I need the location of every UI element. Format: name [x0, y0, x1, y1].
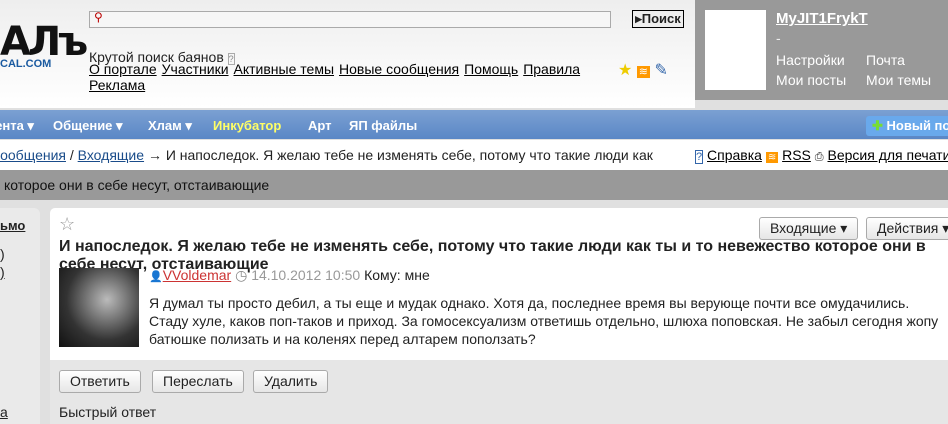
sidebar-item[interactable]: ьмо: [0, 218, 25, 233]
logo[interactable]: АЛъ: [0, 22, 88, 62]
search-button-label: Поиск: [641, 11, 681, 26]
new-post-button[interactable]: ✚ Новый пост: [866, 116, 948, 136]
rss-link[interactable]: RSS: [782, 147, 811, 163]
header-icons: ★ ≋ ✎: [618, 60, 668, 80]
link-rules[interactable]: Правила: [523, 61, 580, 77]
reply-button[interactable]: Ответить: [59, 370, 141, 393]
settings-link[interactable]: Настройки: [776, 52, 845, 68]
breadcrumb-inbox[interactable]: Входящие: [78, 147, 144, 163]
forward-button[interactable]: Переслать: [152, 370, 244, 393]
print-link[interactable]: Версия для печати: [828, 147, 948, 163]
nav-incubator[interactable]: Инкубатор: [213, 118, 281, 133]
sidebar-item[interactable]: ): [0, 264, 5, 280]
link-active-topics[interactable]: Активные темы: [234, 61, 335, 77]
avatar[interactable]: [705, 10, 766, 90]
print-icon: ⎙: [814, 151, 824, 163]
search-button[interactable]: ▸Поиск: [632, 10, 684, 28]
logo-subtitle: CAL.COM: [0, 58, 52, 70]
breadcrumb-title: И напоследок. Я желаю тебе не изменять с…: [165, 147, 653, 163]
my-posts-link[interactable]: Мои посты: [776, 72, 846, 88]
link-help[interactable]: Помощь: [464, 61, 518, 77]
rss-icon: ≋: [765, 152, 779, 163]
favorite-star-icon[interactable]: ★: [618, 62, 632, 79]
title-overflow-bar: которое они в себе несут, отстаивающие: [0, 170, 948, 200]
message-meta: 👤VVoldemar ◷ 14.10.2012 10:50 Кому: мне: [149, 267, 430, 284]
user-icon: 👤: [149, 271, 163, 283]
pencil-icon[interactable]: ✎: [654, 62, 667, 79]
breadcrumb-messages[interactable]: Сообщения: [0, 147, 66, 163]
link-about[interactable]: О портале: [89, 61, 157, 77]
plus-icon: ✚: [872, 118, 883, 133]
nav-art[interactable]: Арт: [308, 118, 332, 133]
my-topics-link[interactable]: Мои темы: [866, 72, 931, 88]
actions-dropdown[interactable]: Действия ▾: [866, 217, 948, 240]
help-link[interactable]: Справка: [707, 147, 762, 163]
quick-reply-label[interactable]: Быстрый ответ: [59, 404, 156, 420]
sidebar-item[interactable]: ): [0, 246, 5, 262]
folder-dropdown[interactable]: Входящие ▾: [759, 217, 859, 240]
clock-icon: ◷: [235, 267, 248, 283]
delete-button[interactable]: Удалить: [253, 370, 329, 393]
link-members[interactable]: Участники: [162, 61, 229, 77]
link-new-messages[interactable]: Новые сообщения: [339, 61, 459, 77]
message-recipient: Кому: мне: [364, 267, 430, 283]
author-avatar: [59, 268, 139, 347]
message-date: 14.10.2012 10:50: [251, 267, 361, 283]
nav-feed[interactable]: Лента ▾: [0, 118, 34, 134]
nav-communication[interactable]: Общение ▾: [53, 118, 123, 134]
new-post-label: Новый пост: [886, 118, 948, 133]
message-body: Я думал ты просто дебил, а ты еще и муда…: [149, 295, 939, 347]
main-nav: Лента ▾ Общение ▾ Хлам ▾ Инкубатор Арт Я…: [0, 110, 948, 139]
mail-link[interactable]: Почта: [866, 52, 905, 68]
username-link[interactable]: MyJIT1FrykT: [776, 10, 868, 27]
left-sidebar: ьмо ) ) а: [0, 208, 40, 424]
sidebar-item[interactable]: а: [0, 404, 8, 420]
search-icon: ⚲: [94, 10, 103, 24]
header-links: О портале Участники Активные темы Новые соо…: [89, 61, 629, 93]
author-link[interactable]: VVoldemar: [163, 267, 231, 283]
link-ads[interactable]: Реклама: [89, 77, 145, 93]
search-input[interactable]: ⚲: [89, 10, 611, 28]
nav-junk[interactable]: Хлам ▾: [148, 118, 192, 134]
star-icon[interactable]: ☆: [59, 214, 75, 235]
rss-icon[interactable]: ≋: [636, 66, 651, 78]
breadcrumb-arrow: →: [147, 147, 162, 163]
page-toolbar: ? Справка ≋ RSS ⎙ Версия для печати: [695, 147, 948, 164]
nav-files[interactable]: ЯП файлы: [349, 118, 417, 133]
help-icon: ?: [695, 150, 704, 164]
user-status: -: [776, 30, 781, 46]
